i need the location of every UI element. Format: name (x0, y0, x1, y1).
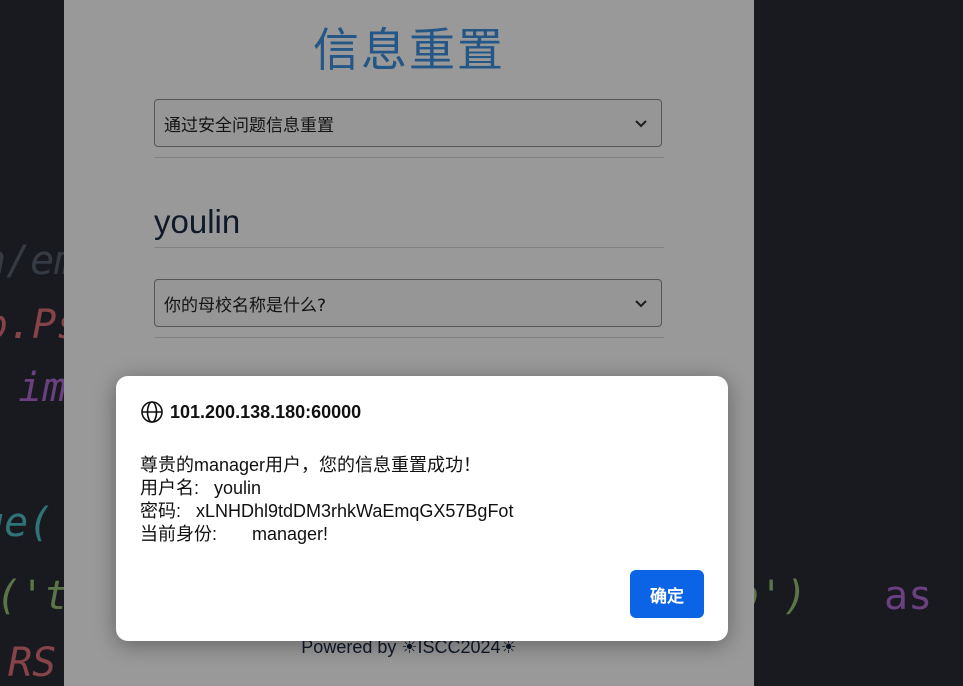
ok-button[interactable]: 确定 (630, 570, 704, 618)
dialog-message-line: 密码: xLNHDhl9tdDM3rhkWaEmqGX57BgFot (140, 501, 514, 521)
alert-dialog: 101.200.138.180:60000 尊贵的manager用户，您的信息重… (116, 376, 728, 641)
dialog-origin-text: 101.200.138.180:60000 (170, 401, 362, 422)
dialog-message: 尊贵的manager用户，您的信息重置成功！ 用户名: youlin 密码: x… (140, 454, 513, 546)
dialog-message-line: 尊贵的manager用户，您的信息重置成功！ (140, 455, 482, 475)
globe-icon (141, 401, 163, 423)
dialog-origin: 101.200.138.180:60000 (140, 400, 361, 424)
dialog-message-line: 当前身份: manager! (140, 524, 329, 544)
dialog-message-line: 用户名: youlin (140, 478, 262, 498)
